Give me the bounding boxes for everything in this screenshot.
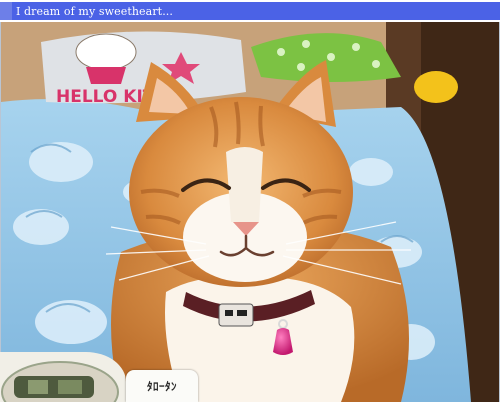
name-tag: ﾀﾛｰﾀﾝ [126, 370, 198, 402]
window-title: I dream of my sweetheart... [16, 4, 173, 18]
cat-photo: HELLO KITTY [0, 22, 500, 402]
inset-photo [0, 352, 126, 402]
name-tag-text: ﾀﾛｰﾀﾝ [147, 380, 177, 393]
title-strip: I dream of my sweetheart... [12, 2, 500, 20]
yellow-toy [414, 71, 458, 103]
collar-tag [218, 303, 254, 327]
cat-photo-illustration: HELLO KITTY [1, 22, 499, 402]
title-bar: I dream of my sweetheart... [0, 0, 500, 20]
title-accent [0, 2, 12, 20]
